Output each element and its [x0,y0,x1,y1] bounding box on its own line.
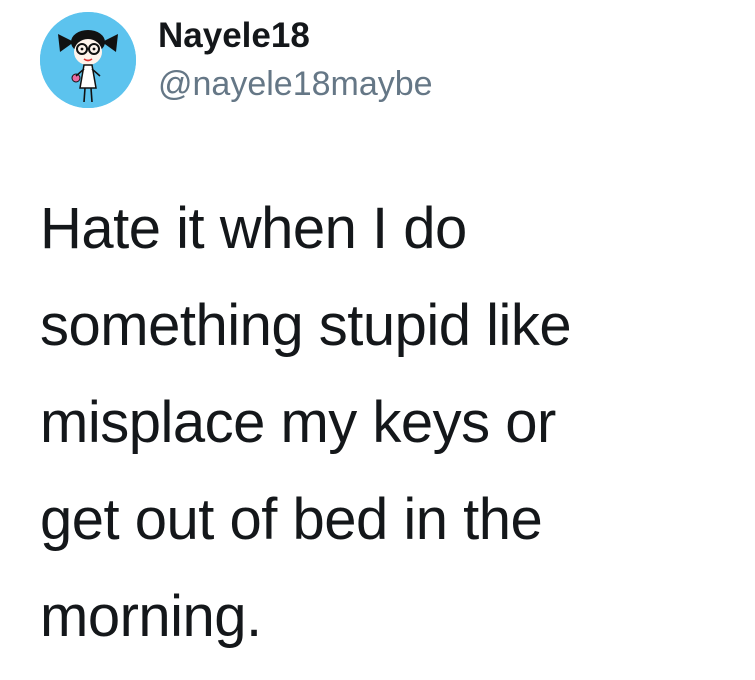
tweet-text-line: Hate it when I do [40,196,467,261]
tweet-text-line: morning. [40,584,262,649]
tweet-text: Hate it when I do something stupid like … [40,180,740,665]
tweet-text-line: misplace my keys or [40,390,556,455]
avatar[interactable] [40,12,136,108]
tweet-text-line: get out of bed in the [40,487,543,552]
user-handle[interactable]: @nayele18maybe [158,64,433,104]
cartoon-girl-avatar-icon [40,12,136,108]
display-name[interactable]: Nayele18 [158,16,310,56]
tweet-text-line: something stupid like [40,293,572,358]
tweet: Nayele18 @nayele18maybe Hate it when I d… [0,0,755,680]
